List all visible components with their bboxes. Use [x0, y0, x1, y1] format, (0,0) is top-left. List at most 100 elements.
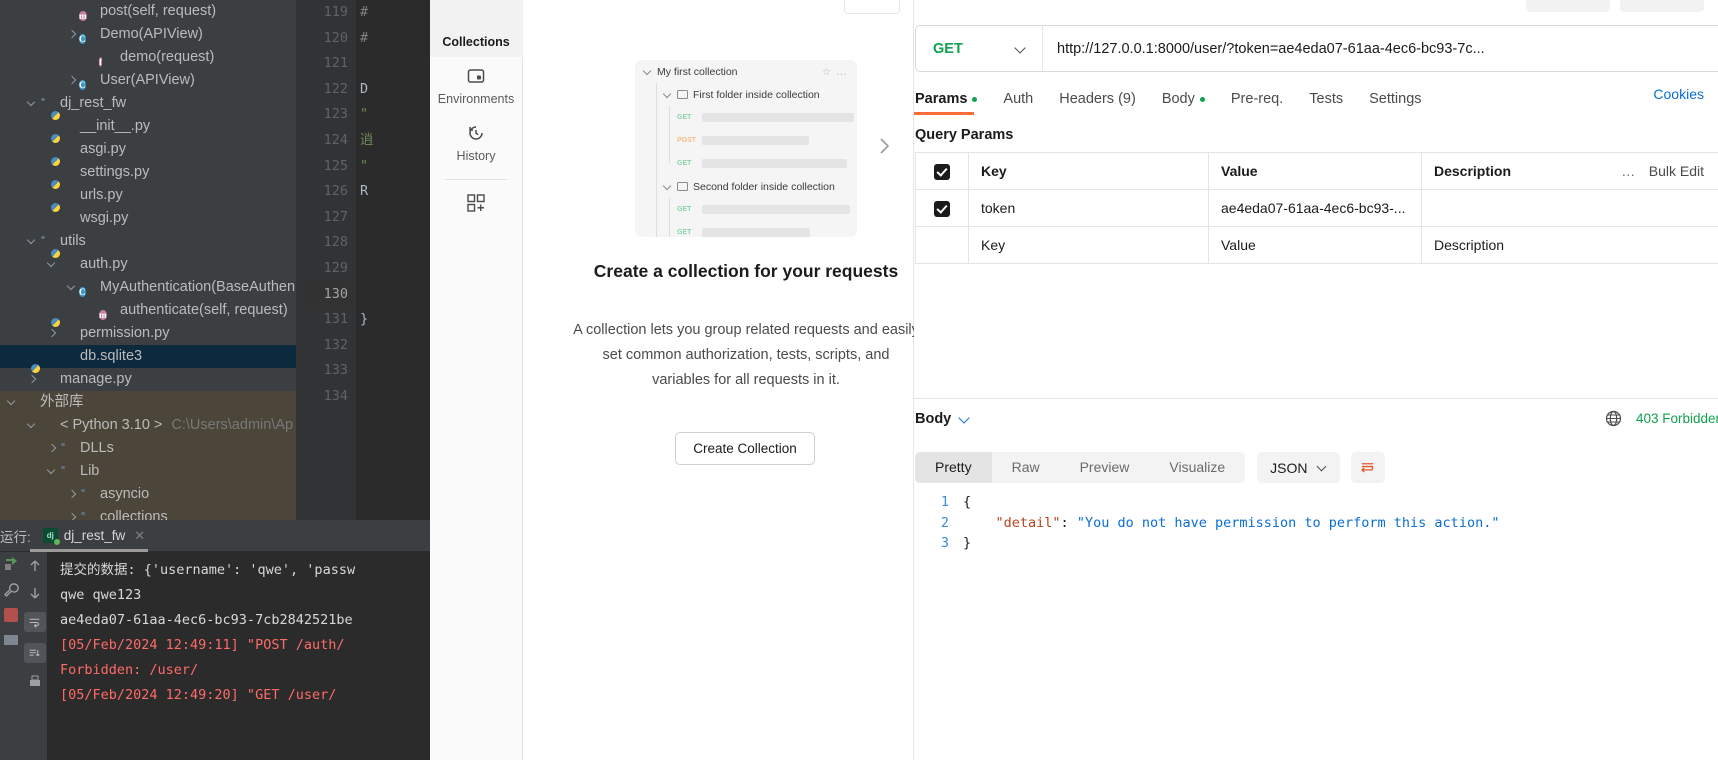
chevron-right-icon[interactable]	[66, 28, 79, 41]
chevron-down-icon[interactable]	[46, 465, 59, 478]
response-format-selector[interactable]: JSON	[1257, 452, 1340, 483]
code-line[interactable]: #	[356, 26, 430, 52]
code-line[interactable]	[356, 358, 430, 384]
response-json-body[interactable]: 1{2 "detail": "You do not have permissio…	[915, 492, 1718, 572]
table-row[interactable]: token ae4eda07-61aa-4ec6-bc93-...	[915, 189, 1718, 227]
tree-item-urls-py[interactable]: urls.py	[0, 184, 296, 207]
top-control-stub[interactable]	[1620, 0, 1704, 12]
select-all-cell[interactable]	[915, 152, 969, 190]
code-line[interactable]: }	[356, 307, 430, 333]
chevron-down-icon[interactable]	[26, 235, 39, 248]
code-content[interactable]: # # D " 逍 " R}	[356, 0, 430, 520]
row-check-cell[interactable]	[915, 189, 969, 227]
request-tab-pre-req[interactable]: Pre-req.	[1218, 85, 1296, 113]
code-editor[interactable]: 119 120 121 122 123 124 125 126 127 128 129 130 131 1…	[296, 0, 430, 520]
chevron-right-icon[interactable]	[66, 488, 79, 501]
code-line[interactable]	[356, 205, 430, 231]
tree-item-demo-apiview[interactable]: C Demo(APIView)	[0, 23, 296, 46]
settings-wrench-icon[interactable]	[3, 582, 19, 598]
cell-value-placeholder[interactable]: Value	[1208, 226, 1422, 264]
tree-item-settings-py[interactable]: settings.py	[0, 161, 296, 184]
layout-icon[interactable]	[3, 632, 19, 648]
request-tab-auth[interactable]: Auth	[990, 85, 1046, 113]
select-all-checkbox[interactable]	[934, 163, 950, 180]
row-checkbox[interactable]	[934, 200, 950, 217]
top-control-stub[interactable]	[1526, 0, 1610, 12]
code-line[interactable]: "	[356, 154, 430, 180]
print-icon[interactable]	[27, 674, 43, 690]
tree-item-authenticate-self-request[interactable]: m authenticate(self, request)	[0, 299, 296, 322]
code-line[interactable]	[356, 384, 430, 410]
chevron-down-icon[interactable]	[46, 258, 59, 271]
tree-item-auth-py[interactable]: auth.py	[0, 253, 296, 276]
table-placeholder-row[interactable]: Key Value Description	[915, 226, 1718, 264]
stop-icon[interactable]	[4, 608, 18, 622]
request-tab-headers-9[interactable]: Headers (9)	[1046, 85, 1149, 113]
tree-item-myauthentication-baseauthen[interactable]: C MyAuthentication(BaseAuthen	[0, 276, 296, 299]
tree-item-init-py[interactable]: __init__.py	[0, 115, 296, 138]
code-line[interactable]: 逍	[356, 128, 430, 154]
tree-item-python-3-10[interactable]: < Python 3.10 > C:\Users\admin\Ap	[0, 414, 296, 437]
code-line[interactable]: D	[356, 77, 430, 103]
close-icon[interactable]: ✕	[134, 528, 145, 544]
tree-item-dj-rest-fw[interactable]: dj_rest_fw	[0, 92, 296, 115]
chevron-right-icon[interactable]	[66, 74, 79, 87]
wrap-lines-button[interactable]	[1350, 452, 1385, 483]
request-tab-settings[interactable]: Settings	[1356, 85, 1434, 113]
request-tab-body[interactable]: Body	[1149, 85, 1218, 113]
tree-item-[interactable]: 外部库	[0, 391, 296, 414]
soft-wrap-icon[interactable]	[23, 612, 46, 632]
response-tab-pretty[interactable]: Pretty	[915, 452, 992, 483]
chevron-down-icon[interactable]	[26, 97, 39, 110]
tree-item-permission-py[interactable]: permission.py	[0, 322, 296, 345]
chevron-down-icon[interactable]	[66, 281, 79, 294]
code-line[interactable]	[356, 333, 430, 359]
tree-item-user-apiview[interactable]: C User(APIView)	[0, 69, 296, 92]
tree-item-lib[interactable]: Lib	[0, 460, 296, 483]
tree-item-manage-py[interactable]: manage.py	[0, 368, 296, 391]
tree-item-asgi-py[interactable]: asgi.py	[0, 138, 296, 161]
tree-item-asyncio[interactable]: asyncio	[0, 483, 296, 506]
cell-description[interactable]	[1421, 189, 1718, 227]
code-line[interactable]	[356, 230, 430, 256]
cookies-link[interactable]: Cookies	[1653, 86, 1704, 102]
scroll-up-icon[interactable]	[27, 558, 43, 574]
rail-item-history[interactable]: History	[430, 114, 523, 171]
request-tab-tests[interactable]: Tests	[1296, 85, 1356, 113]
code-line[interactable]	[356, 51, 430, 77]
rail-item-new-panel[interactable]	[430, 184, 523, 227]
request-tab-params[interactable]: Params	[915, 85, 990, 113]
console-output[interactable]: 提交的数据: {'username': 'qwe', 'passw qwe qwe…	[48, 552, 430, 760]
create-collection-button[interactable]: Create Collection	[675, 432, 815, 465]
tree-item-demo-request[interactable]: f demo(request)	[0, 46, 296, 69]
code-line[interactable]	[356, 282, 430, 308]
chevron-down-icon[interactable]	[26, 419, 39, 432]
response-body-selector[interactable]: Body	[915, 411, 970, 427]
rerun-icon[interactable]	[3, 556, 19, 572]
row-check-cell[interactable]	[915, 226, 969, 264]
cell-description-placeholder[interactable]: Description	[1421, 226, 1718, 264]
cell-value[interactable]: ae4eda07-61aa-4ec6-bc93-...	[1208, 189, 1422, 227]
rail-item-collections[interactable]: Collections	[429, 0, 523, 57]
project-tree[interactable]: m post(self, request) C Demo(APIView) f demo(…	[0, 0, 296, 529]
cell-key-placeholder[interactable]: Key	[968, 226, 1209, 264]
tree-item-dlls[interactable]: DLLs	[0, 437, 296, 460]
code-line[interactable]: "	[356, 102, 430, 128]
rail-item-environments[interactable]: Environments	[430, 57, 523, 114]
url-input[interactable]: http://127.0.0.1:8000/user/?token=ae4eda…	[1042, 25, 1718, 72]
chevron-down-icon[interactable]	[6, 396, 19, 409]
request-tab-stub[interactable]	[844, 0, 900, 14]
chevron-right-icon[interactable]	[26, 373, 39, 386]
response-tab-raw[interactable]: Raw	[992, 452, 1060, 483]
response-tab-preview[interactable]: Preview	[1060, 452, 1150, 483]
tree-item-post-self-request[interactable]: m post(self, request)	[0, 0, 296, 23]
tree-item-db-sqlite3[interactable]: db.sqlite3	[0, 345, 296, 368]
expand-sidebar-icon[interactable]	[876, 135, 892, 157]
code-line[interactable]: R	[356, 179, 430, 205]
request-tabs[interactable]: Params Auth Headers (9) Body Pre-req. Tests Se…	[915, 85, 1435, 113]
run-tab-dj-rest-fw[interactable]: dj dj_rest_fw ✕	[42, 528, 145, 545]
tree-item-utils[interactable]: utils	[0, 230, 296, 253]
response-tab-visualize[interactable]: Visualize	[1149, 452, 1245, 483]
chevron-right-icon[interactable]	[46, 327, 59, 340]
tree-item-wsgi-py[interactable]: wsgi.py	[0, 207, 296, 230]
